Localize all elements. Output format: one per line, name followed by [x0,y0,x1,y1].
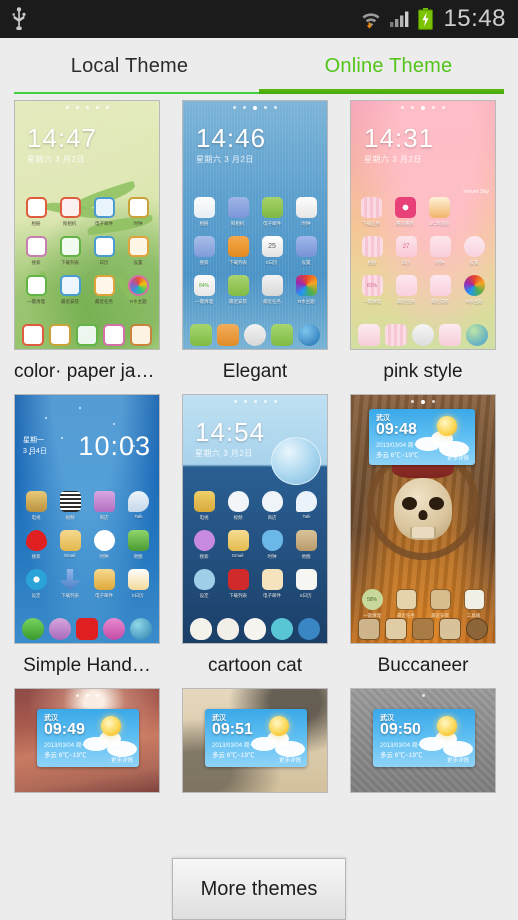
weather-widget[interactable]: 武汉 09:50 2013/03/04 周一 多云 6℃~19℃ 更多详情 [373,709,475,767]
preview-lock-clock: 14:47 星期六 3 月2日 [27,123,98,164]
tab-underline [14,89,504,94]
sun-icon [437,716,457,736]
theme-title: Elegant [222,361,288,382]
theme-thumbnail[interactable]: 武汉 09:48 2013/03/04 周一 多云 6℃~19℃ 更多详情 58… [350,394,496,644]
preview-lock-clock: 10:03 [78,431,151,461]
theme-preview-art: 武汉 09:50 2013/03/04 周一 多云 6℃~19℃ 更多详情 [351,689,495,792]
weather-widget[interactable]: 武汉 09:48 2013/03/04 周一 多云 6℃~19℃ 更多详情 [369,409,475,465]
signal-icon [389,10,411,28]
status-bar: 15:48 [0,0,518,38]
theme-title: cartoon cat [208,655,302,676]
theme-card[interactable]: 武汉 09:48 2013/03/04 周一 多云 6℃~19℃ 更多详情 58… [350,394,496,688]
tab-underline-active [259,89,504,94]
preview-dock [15,324,159,346]
theme-preview-art: 14:31 星期六 3 月2日 Velvet Sky 下载应用 腾讯重店 UC浏… [351,101,495,349]
tab-underline-inactive [14,92,259,94]
theme-preview-art: 14:47 星期六 3 月2日 相册 照相机 电子邮件 时钟 搜索 下载列表 日… [15,101,159,349]
theme-thumbnail[interactable]: 武汉 09:50 2013/03/04 周一 多云 6℃~19℃ 更多详情 [350,688,496,793]
page-dots [15,106,159,109]
sun-icon [101,716,121,736]
theme-preview-art: 14:46 星期六 3 月2日 相册 照相机 电子邮件 时钟 搜索 下载列表 2… [183,101,327,349]
more-themes-button[interactable]: More themes [172,858,346,920]
battery-percent: 84% [198,282,209,289]
sun-icon [437,416,457,436]
theme-preview-art: 武汉 09:48 2013/03/04 周一 多云 6℃~19℃ 更多详情 58… [351,395,495,643]
theme-card[interactable]: 14:31 星期六 3 月2日 Velvet Sky 下载应用 腾讯重店 UC浏… [350,100,496,394]
theme-preview-art: 武汉 09:49 2013/03/04 周一 多云 6℃~19℃ 更多详情 [15,689,159,792]
battery-percent: 58% [366,596,377,603]
theme-thumbnail[interactable]: 武汉 09:49 2013/03/04 周一 多云 6℃~19℃ 更多详情 [14,688,160,793]
theme-card[interactable]: 14:47 星期六 3 月2日 相册 照相机 电子邮件 时钟 搜索 下载列表 日… [14,100,160,394]
tab-local-theme[interactable]: Local Theme [0,38,259,94]
preview-dock [15,618,159,640]
theme-preview-art: 14:54 星期六 3 月2日 电视 视频 商店 Talk 搜索 Gmail 时… [183,395,327,643]
theme-title: Simple Hand… [23,655,151,676]
preview-icon-grid: 相册 照相机 电子邮件 时钟 搜索 下载列表 日历 设置 一键清理 最近安装 最… [15,197,159,314]
preview-icon-grid: 电视 视频 商店 Talk 搜索 Gmail 时钟 地图 设定 下载列表 电子邮… [183,491,327,608]
page-dots [15,694,159,697]
theme-preview-art: 星期一 3 月4日 10:03 电视 视频 商店 Talk 搜索 Gmail 时… [15,395,159,643]
theme-title: Buccaneer [377,655,469,676]
preview-watermark: Velvet Sky [463,189,489,195]
usb-icon [10,7,28,31]
battery-charging-icon [418,8,434,30]
theme-thumbnail[interactable]: 14:46 星期六 3 月2日 相册 照相机 电子邮件 时钟 搜索 下载列表 2… [182,100,328,350]
theme-card[interactable]: 武汉 09:51 2013/03/04 周一 多云 6℃~19℃ 更多详情 [182,688,328,793]
theme-card[interactable]: 星期一 3 月4日 10:03 电视 视频 商店 Talk 搜索 Gmail 时… [14,394,160,688]
preview-dock [183,324,327,346]
theme-thumbnail[interactable]: 星期一 3 月4日 10:03 电视 视频 商店 Talk 搜索 Gmail 时… [14,394,160,644]
preview-icon-grid: 电视 视频 商店 Talk 搜索 Gmail 时钟 地图 设定 下载列表 电子邮… [15,491,159,608]
theme-preview-art: 武汉 09:51 2013/03/04 周一 多云 6℃~19℃ 更多详情 [183,689,327,792]
wifi-icon [360,8,382,30]
page-dots [351,694,495,697]
theme-card[interactable]: 武汉 09:50 2013/03/04 周一 多云 6℃~19℃ 更多详情 [350,688,496,793]
preview-lock-date: 星期一 3 月4日 [23,437,47,455]
preview-lock-clock: 14:31 星期六 3 月2日 [364,123,435,164]
page-dots [351,400,495,404]
theme-thumbnail[interactable]: 14:31 星期六 3 月2日 Velvet Sky 下载应用 腾讯重店 UC浏… [350,100,496,350]
tab-online-theme[interactable]: Online Theme [259,38,518,94]
theme-thumbnail[interactable]: 14:54 星期六 3 月2日 电视 视频 商店 Talk 搜索 Gmail 时… [182,394,328,644]
theme-thumbnail[interactable]: 14:47 星期六 3 月2日 相册 照相机 电子邮件 时钟 搜索 下载列表 日… [14,100,160,350]
status-bar-right: 15:48 [360,5,506,33]
theme-title: color· paper ja… [14,361,155,382]
theme-card[interactable]: 14:54 星期六 3 月2日 电视 视频 商店 Talk 搜索 Gmail 时… [182,394,328,688]
weather-widget[interactable]: 武汉 09:49 2013/03/04 周一 多云 6℃~19℃ 更多详情 [37,709,139,767]
preview-icon-grid: 下载应用 腾讯重店 UC浏览器 相册 27 日历 时钟 设置 81% 一键清理 最近… [351,197,495,314]
theme-title: pink style [383,361,463,382]
page-dots [351,106,495,110]
preview-icon-grid: 相册 照相机 电子邮件 时钟 搜索 下载列表 25 S日历 设置 84% 一键清理 … [183,197,327,314]
sun-icon [269,716,289,736]
theme-card[interactable]: 武汉 09:49 2013/03/04 周一 多云 6℃~19℃ 更多详情 [14,688,160,793]
skull-art [394,478,452,541]
preview-dock [183,618,327,640]
status-bar-left [10,7,28,31]
weather-widget[interactable]: 武汉 09:51 2013/03/04 周一 多云 6℃~19℃ 更多详情 [205,709,307,767]
theme-thumbnail[interactable]: 武汉 09:51 2013/03/04 周一 多云 6℃~19℃ 更多详情 [182,688,328,793]
calendar-day: 27 [402,243,410,250]
theme-grid: 14:47 星期六 3 月2日 相册 照相机 电子邮件 时钟 搜索 下载列表 日… [0,100,518,793]
preview-dock [351,324,495,346]
preview-lock-clock: 14:46 星期六 3 月2日 [196,123,267,164]
preview-dock [351,618,495,640]
battery-percent: 81% [366,282,377,289]
status-bar-clock: 15:48 [443,5,506,32]
theme-tab-bar: Local Theme Online Theme [0,38,518,100]
page-dots [183,106,327,110]
calendar-day: 25 [268,243,276,250]
theme-card[interactable]: 14:46 星期六 3 月2日 相册 照相机 电子邮件 时钟 搜索 下载列表 2… [182,100,328,394]
preview-lock-clock: 14:54 星期六 3 月2日 [195,417,266,458]
page-dots [183,400,327,403]
